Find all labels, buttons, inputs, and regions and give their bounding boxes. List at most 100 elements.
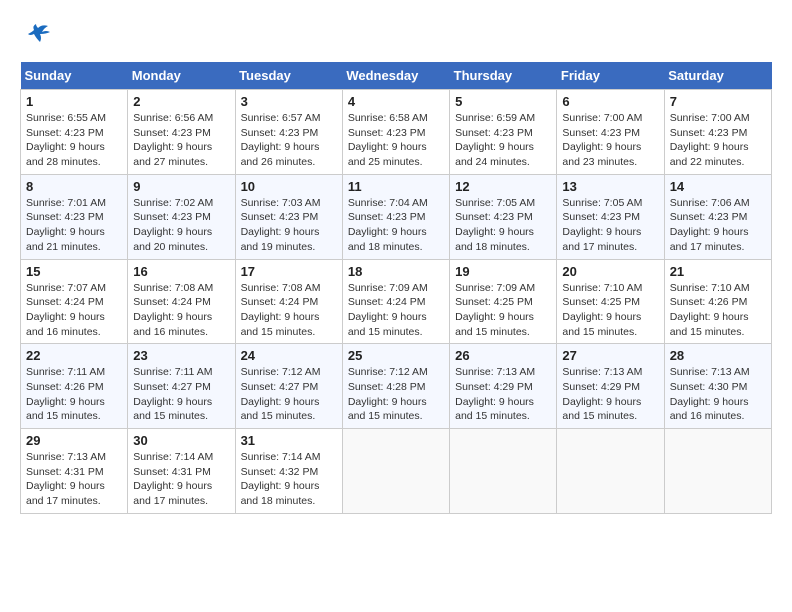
calendar-cell: 15 Sunrise: 7:07 AM Sunset: 4:24 PM Dayli… xyxy=(21,259,128,344)
day-number: 11 xyxy=(348,179,444,194)
day-number: 20 xyxy=(562,264,658,279)
day-info: Sunrise: 7:03 AM Sunset: 4:23 PM Dayligh… xyxy=(241,196,337,255)
calendar-cell: 13 Sunrise: 7:05 AM Sunset: 4:23 PM Dayli… xyxy=(557,174,664,259)
day-number: 16 xyxy=(133,264,229,279)
calendar-cell: 9 Sunrise: 7:02 AM Sunset: 4:23 PM Daylig… xyxy=(128,174,235,259)
day-number: 31 xyxy=(241,433,337,448)
day-info: Sunrise: 7:04 AM Sunset: 4:23 PM Dayligh… xyxy=(348,196,444,255)
day-number: 15 xyxy=(26,264,122,279)
day-number: 18 xyxy=(348,264,444,279)
calendar-cell: 1 Sunrise: 6:55 AM Sunset: 4:23 PM Daylig… xyxy=(21,90,128,175)
weekday-header-thursday: Thursday xyxy=(450,62,557,90)
logo-icon xyxy=(20,20,52,52)
day-info: Sunrise: 6:55 AM Sunset: 4:23 PM Dayligh… xyxy=(26,111,122,170)
calendar-cell: 19 Sunrise: 7:09 AM Sunset: 4:25 PM Dayli… xyxy=(450,259,557,344)
day-info: Sunrise: 7:00 AM Sunset: 4:23 PM Dayligh… xyxy=(670,111,766,170)
calendar-table: SundayMondayTuesdayWednesdayThursdayFrid… xyxy=(20,62,772,514)
calendar-cell: 27 Sunrise: 7:13 AM Sunset: 4:29 PM Dayli… xyxy=(557,344,664,429)
day-number: 10 xyxy=(241,179,337,194)
day-number: 28 xyxy=(670,348,766,363)
calendar-cell: 14 Sunrise: 7:06 AM Sunset: 4:23 PM Dayli… xyxy=(664,174,771,259)
calendar-cell: 30Sunrise: 7:14 AM Sunset: 4:31 PM Dayli… xyxy=(128,429,235,514)
day-number: 25 xyxy=(348,348,444,363)
calendar-week-row: 1 Sunrise: 6:55 AM Sunset: 4:23 PM Daylig… xyxy=(21,90,772,175)
calendar-cell: 17 Sunrise: 7:08 AM Sunset: 4:24 PM Dayli… xyxy=(235,259,342,344)
day-number: 3 xyxy=(241,94,337,109)
day-info: Sunrise: 6:56 AM Sunset: 4:23 PM Dayligh… xyxy=(133,111,229,170)
day-info: Sunrise: 7:02 AM Sunset: 4:23 PM Dayligh… xyxy=(133,196,229,255)
calendar-cell: 28 Sunrise: 7:13 AM Sunset: 4:30 PM Dayli… xyxy=(664,344,771,429)
day-info: Sunrise: 7:11 AM Sunset: 4:26 PM Dayligh… xyxy=(26,365,122,424)
calendar-header-row: SundayMondayTuesdayWednesdayThursdayFrid… xyxy=(21,62,772,90)
calendar-week-row: 22 Sunrise: 7:11 AM Sunset: 4:26 PM Dayli… xyxy=(21,344,772,429)
day-number: 23 xyxy=(133,348,229,363)
calendar-cell: 11 Sunrise: 7:04 AM Sunset: 4:23 PM Dayli… xyxy=(342,174,449,259)
day-number: 17 xyxy=(241,264,337,279)
calendar-cell: 22 Sunrise: 7:11 AM Sunset: 4:26 PM Dayli… xyxy=(21,344,128,429)
day-info: Sunrise: 7:13 AM Sunset: 4:30 PM Dayligh… xyxy=(670,365,766,424)
calendar-cell: 31 Sunrise: 7:14 AM Sunset: 4:32 PM Dayli… xyxy=(235,429,342,514)
calendar-cell: 4 Sunrise: 6:58 AM Sunset: 4:23 PM Daylig… xyxy=(342,90,449,175)
calendar-cell: 29Sunrise: 7:13 AM Sunset: 4:31 PM Dayli… xyxy=(21,429,128,514)
day-number: 9 xyxy=(133,179,229,194)
day-info: Sunrise: 7:08 AM Sunset: 4:24 PM Dayligh… xyxy=(133,281,229,340)
day-number: 4 xyxy=(348,94,444,109)
day-info: Sunrise: 7:05 AM Sunset: 4:23 PM Dayligh… xyxy=(562,196,658,255)
calendar-cell: 12 Sunrise: 7:05 AM Sunset: 4:23 PM Dayli… xyxy=(450,174,557,259)
day-number: 22 xyxy=(26,348,122,363)
day-number: 7 xyxy=(670,94,766,109)
calendar-week-row: 15 Sunrise: 7:07 AM Sunset: 4:24 PM Dayli… xyxy=(21,259,772,344)
logo xyxy=(20,20,56,52)
day-info: Sunrise: 7:05 AM Sunset: 4:23 PM Dayligh… xyxy=(455,196,551,255)
day-number: 27 xyxy=(562,348,658,363)
weekday-header-monday: Monday xyxy=(128,62,235,90)
day-info: Sunrise: 7:12 AM Sunset: 4:27 PM Dayligh… xyxy=(241,365,337,424)
calendar-week-row: 8 Sunrise: 7:01 AM Sunset: 4:23 PM Daylig… xyxy=(21,174,772,259)
calendar-cell: 2 Sunrise: 6:56 AM Sunset: 4:23 PM Daylig… xyxy=(128,90,235,175)
day-info: Sunrise: 7:14 AM Sunset: 4:32 PM Dayligh… xyxy=(241,450,337,509)
weekday-header-friday: Friday xyxy=(557,62,664,90)
day-number: 26 xyxy=(455,348,551,363)
calendar-cell xyxy=(450,429,557,514)
day-info: Sunrise: 7:06 AM Sunset: 4:23 PM Dayligh… xyxy=(670,196,766,255)
day-number: 1 xyxy=(26,94,122,109)
day-number: 14 xyxy=(670,179,766,194)
day-info: Sunrise: 7:12 AM Sunset: 4:28 PM Dayligh… xyxy=(348,365,444,424)
calendar-cell xyxy=(664,429,771,514)
day-info: Sunrise: 7:01 AM Sunset: 4:23 PM Dayligh… xyxy=(26,196,122,255)
day-number: 6 xyxy=(562,94,658,109)
weekday-header-sunday: Sunday xyxy=(21,62,128,90)
day-number: 13 xyxy=(562,179,658,194)
day-info: Sunrise: 7:08 AM Sunset: 4:24 PM Dayligh… xyxy=(241,281,337,340)
page-header xyxy=(20,20,772,52)
calendar-cell: 24 Sunrise: 7:12 AM Sunset: 4:27 PM Dayli… xyxy=(235,344,342,429)
day-info: Sunrise: 7:10 AM Sunset: 4:25 PM Dayligh… xyxy=(562,281,658,340)
day-info: Sunrise: 7:13 AM Sunset: 4:29 PM Dayligh… xyxy=(562,365,658,424)
day-number: 5 xyxy=(455,94,551,109)
day-info: Sunrise: 6:57 AM Sunset: 4:23 PM Dayligh… xyxy=(241,111,337,170)
day-info: Sunrise: 6:58 AM Sunset: 4:23 PM Dayligh… xyxy=(348,111,444,170)
weekday-header-tuesday: Tuesday xyxy=(235,62,342,90)
day-info: Sunrise: 7:13 AM Sunset: 4:29 PM Dayligh… xyxy=(455,365,551,424)
weekday-header-saturday: Saturday xyxy=(664,62,771,90)
day-number: 29 xyxy=(26,433,122,448)
calendar-cell: 21Sunrise: 7:10 AM Sunset: 4:26 PM Dayli… xyxy=(664,259,771,344)
calendar-cell xyxy=(557,429,664,514)
day-info: Sunrise: 7:10 AM Sunset: 4:26 PM Dayligh… xyxy=(670,281,766,340)
calendar-cell: 5Sunrise: 6:59 AM Sunset: 4:23 PM Daylig… xyxy=(450,90,557,175)
day-number: 24 xyxy=(241,348,337,363)
day-number: 19 xyxy=(455,264,551,279)
calendar-cell: 23Sunrise: 7:11 AM Sunset: 4:27 PM Dayli… xyxy=(128,344,235,429)
day-info: Sunrise: 7:09 AM Sunset: 4:25 PM Dayligh… xyxy=(455,281,551,340)
day-number: 30 xyxy=(133,433,229,448)
day-info: Sunrise: 7:07 AM Sunset: 4:24 PM Dayligh… xyxy=(26,281,122,340)
day-number: 12 xyxy=(455,179,551,194)
calendar-cell: 25 Sunrise: 7:12 AM Sunset: 4:28 PM Dayli… xyxy=(342,344,449,429)
calendar-cell: 8 Sunrise: 7:01 AM Sunset: 4:23 PM Daylig… xyxy=(21,174,128,259)
calendar-cell: 20 Sunrise: 7:10 AM Sunset: 4:25 PM Dayli… xyxy=(557,259,664,344)
day-number: 2 xyxy=(133,94,229,109)
day-number: 8 xyxy=(26,179,122,194)
calendar-cell: 18Sunrise: 7:09 AM Sunset: 4:24 PM Dayli… xyxy=(342,259,449,344)
calendar-cell: 16 Sunrise: 7:08 AM Sunset: 4:24 PM Dayli… xyxy=(128,259,235,344)
calendar-cell: 6Sunrise: 7:00 AM Sunset: 4:23 PM Daylig… xyxy=(557,90,664,175)
